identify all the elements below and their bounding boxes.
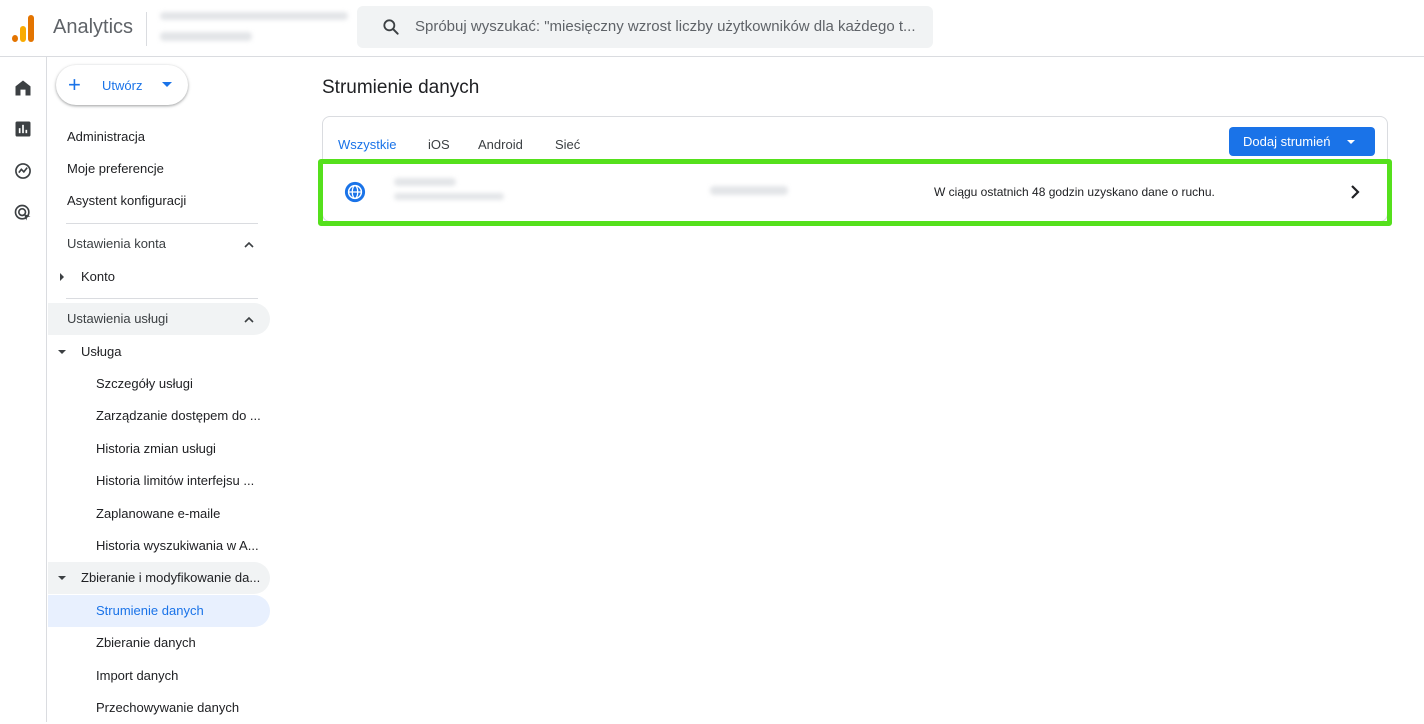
nav-api-quota-history[interactable]: Historia limitów interfejsu ... [48, 465, 270, 497]
nav-data-collection[interactable]: Zbieranie danych [48, 627, 270, 659]
search-bar[interactable]: Spróbuj wyszukać: "miesięczny wzrost lic… [357, 6, 933, 48]
search-input[interactable]: Spróbuj wyszukać: "miesięczny wzrost lic… [415, 18, 916, 35]
nav-data-collection-group[interactable]: Zbieranie i modyfikowanie da... [48, 562, 270, 594]
account-selector[interactable] [160, 8, 350, 48]
page-title: Strumienie danych [322, 77, 480, 98]
tab-web[interactable]: Sieć [555, 137, 580, 152]
home-icon[interactable] [13, 78, 33, 98]
tab-ios[interactable]: iOS [428, 137, 450, 152]
nav-setup-assistant[interactable]: Asystent konfiguracji [48, 185, 270, 217]
plus-icon: + [68, 72, 81, 97]
collapse-arrow-icon [58, 576, 66, 580]
advertising-icon[interactable] [13, 203, 33, 223]
chevron-up-icon [244, 316, 254, 323]
nav-divider [66, 223, 258, 224]
create-button[interactable]: + Utwórz [56, 65, 188, 105]
create-label: Utwórz [102, 78, 143, 93]
explore-icon[interactable] [13, 161, 33, 181]
add-stream-button[interactable]: Dodaj strumień [1229, 127, 1375, 156]
account-name-redacted [160, 12, 348, 20]
stream-row[interactable]: W ciągu ostatnich 48 godzin uzyskano dan… [332, 170, 1380, 216]
nav-data-import[interactable]: Import danych [48, 660, 270, 692]
nav-service-details[interactable]: Szczegóły usługi [48, 368, 270, 400]
stream-status: W ciągu ostatnich 48 godzin uzyskano dan… [934, 185, 1215, 199]
nav-data-retention[interactable]: Przechowywanie danych [48, 692, 270, 724]
property-name-redacted [160, 32, 252, 41]
chevron-up-icon [244, 241, 254, 248]
chevron-right-icon[interactable] [1348, 184, 1362, 200]
search-icon [383, 19, 399, 35]
app-name: Analytics [53, 16, 134, 38]
side-nav: + Utwórz Administracja Moje preferencje … [48, 57, 288, 722]
caret-down-icon [1347, 140, 1355, 144]
analytics-logo-icon[interactable] [12, 14, 36, 42]
nav-scheduled-emails[interactable]: Zaplanowane e-maile [48, 498, 270, 530]
nav-account-settings[interactable]: Ustawienia konta [48, 228, 270, 260]
top-bar: Analytics Spróbuj wyszukać: "miesięczny … [0, 0, 1424, 57]
tab-all[interactable]: Wszystkie [338, 137, 397, 152]
stream-id-redacted [710, 186, 788, 195]
stream-name-redacted [394, 178, 504, 200]
nav-divider [66, 298, 258, 299]
nav-service-settings[interactable]: Ustawienia usługi [48, 303, 270, 335]
tab-android[interactable]: Android [478, 137, 523, 152]
reports-icon[interactable] [13, 119, 33, 139]
nav-access-management[interactable]: Zarządzanie dostępem do ... [48, 400, 270, 432]
nav-search-history[interactable]: Historia wyszukiwania w A... [48, 530, 270, 562]
nav-administration[interactable]: Administracja [48, 121, 270, 153]
left-rail [0, 57, 47, 722]
nav-service[interactable]: Usługa [48, 336, 270, 368]
header-divider [146, 12, 147, 46]
nav-data-streams[interactable]: Strumienie danych [48, 595, 270, 627]
caret-down-icon [162, 82, 172, 87]
nav-change-history[interactable]: Historia zmian usługi [48, 433, 270, 465]
globe-icon [344, 181, 366, 203]
collapse-arrow-icon [58, 350, 66, 354]
add-stream-label: Dodaj strumień [1243, 134, 1331, 149]
nav-account[interactable]: Konto [48, 261, 270, 293]
expand-arrow-icon [60, 273, 64, 281]
nav-my-preferences[interactable]: Moje preferencje [48, 153, 270, 185]
